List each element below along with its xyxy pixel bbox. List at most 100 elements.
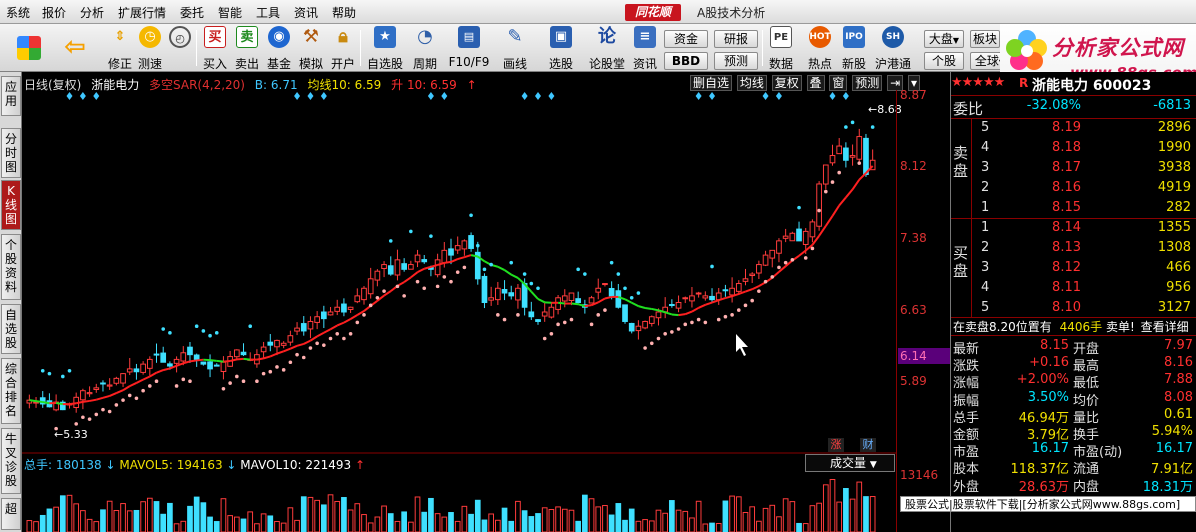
ma10-line-segment	[209, 359, 217, 362]
candle-body	[762, 254, 769, 266]
tab-watchlist[interactable]: 自选股	[1, 304, 21, 354]
toolbar-speed-button[interactable]: ◷ 测速	[136, 26, 164, 71]
candle-body	[515, 287, 521, 301]
menu-system[interactable]: 系统	[6, 4, 30, 21]
menu-tools[interactable]: 工具	[256, 4, 280, 21]
sector-button[interactable]: 板块	[970, 30, 1000, 48]
limit-up-tag[interactable]: 涨	[828, 438, 844, 452]
level-volume: 1990	[1157, 140, 1191, 155]
tab-super[interactable]: 超	[1, 498, 21, 530]
kline-chart[interactable]: ←8.68 ←5.33 日线(复权) 浙能电力 多空SAR(4,2,20) B: …	[22, 72, 950, 532]
sar-dot	[583, 272, 587, 276]
sar-dot	[522, 272, 527, 276]
stat-value: +0.16	[1029, 355, 1069, 371]
volume-bar	[762, 507, 769, 532]
brand-name: 分析家公式网	[1052, 35, 1184, 60]
sar-dot	[275, 365, 279, 369]
sell-level-row[interactable]: 2 8.16 4919	[951, 180, 1196, 200]
forecast-button[interactable]: 预测	[714, 52, 758, 70]
ma10-line-segment	[82, 399, 90, 403]
menu-smart[interactable]: 智能	[218, 4, 242, 21]
level-number: 3	[981, 260, 990, 275]
sar-dot	[569, 317, 574, 322]
candle-body	[86, 392, 93, 395]
hk-connect-button[interactable]: SH 沪港通	[875, 26, 911, 71]
sell-button[interactable]: 卖 卖出	[234, 26, 260, 71]
buy-level-row[interactable]: 3 8.12 466	[951, 260, 1196, 280]
ma10-line-segment	[851, 179, 861, 190]
tab-profile[interactable]: 个股资料	[1, 234, 21, 300]
data-button[interactable]: PE 数据	[766, 26, 796, 71]
simulate-button[interactable]: ⚒ 模拟	[298, 26, 324, 71]
candle-body	[742, 278, 749, 282]
sar-dot	[683, 322, 688, 327]
remove-watchlist-button[interactable]: 删自选	[690, 75, 733, 91]
volume-bar	[856, 481, 863, 532]
open-account-button[interactable]: 🔒︎ 开户	[330, 26, 356, 71]
back-button[interactable]: ⇦	[60, 26, 90, 70]
ma10-line-segment	[96, 396, 104, 401]
ma-button[interactable]: 均线	[736, 75, 767, 91]
candle-body	[367, 278, 374, 295]
hot-button[interactable]: HOT 热点	[806, 26, 834, 71]
bbd-button[interactable]: BBD	[664, 52, 708, 70]
ipo-button[interactable]: IPO 新股	[840, 26, 868, 71]
fund-button[interactable]: ◉ 基金	[266, 26, 292, 71]
candle-body	[468, 235, 474, 249]
total-volume-label: 总手: 180138	[24, 458, 102, 472]
watchlist-button[interactable]: ★ 自选股	[367, 26, 403, 71]
candle-body	[334, 306, 341, 312]
buy-level-row[interactable]: 1 8.14 1355	[951, 220, 1196, 240]
sar-dot	[74, 422, 78, 426]
overlay-button[interactable]: 叠	[806, 75, 825, 91]
finance-tag[interactable]: 财	[860, 438, 876, 452]
buy-level-row[interactable]: 4 8.11 956	[951, 280, 1196, 300]
sell-level-row[interactable]: 5 8.19 2896	[951, 120, 1196, 140]
market-button[interactable]: 大盘▼	[924, 30, 964, 48]
forecast-chart-button[interactable]: 预测	[852, 75, 883, 91]
volume-bar	[501, 507, 508, 532]
adjust-button[interactable]: 复权	[771, 75, 802, 91]
volume-bar	[414, 496, 421, 532]
tab-ranking[interactable]: 综合排名	[1, 358, 21, 424]
single-stock-button[interactable]: 个股	[924, 52, 964, 70]
candle-body	[213, 364, 220, 367]
toolbar-speedtest-button[interactable]: ◴	[166, 26, 194, 70]
draw-line-button[interactable]: ✎ 画线	[500, 26, 530, 71]
volume-bar	[280, 522, 287, 532]
divider	[951, 218, 1196, 219]
level-number: 5	[981, 120, 990, 135]
ad-banner[interactable]: 股票公式|股票软件下载|[分析家公式网www.88gs.com]	[900, 496, 1196, 512]
buy-level-row[interactable]: 2 8.13 1308	[951, 240, 1196, 260]
ma10-line-segment	[243, 357, 251, 361]
order-alert[interactable]: 在卖盘8.20位置有 4406手 卖单! 查看详细	[953, 318, 1189, 335]
f10-button[interactable]: ▤ F10/F9	[449, 26, 489, 70]
tab-intraday[interactable]: 分时图	[1, 128, 21, 178]
windows-icon-button[interactable]	[14, 26, 44, 70]
sell-level-row[interactable]: 3 8.17 3938	[951, 160, 1196, 180]
ma10-line-segment	[838, 196, 847, 207]
period-button[interactable]: ◔ 周期	[410, 26, 440, 71]
menu-quote[interactable]: 报价	[42, 4, 66, 21]
fund-flow-button[interactable]: 资金	[664, 30, 708, 48]
indicator-label[interactable]: 多空SAR(4,2,20)	[149, 78, 245, 92]
menu-extended[interactable]: 扩展行情	[118, 4, 166, 21]
menu-analysis[interactable]: 分析	[80, 4, 104, 21]
window-button[interactable]: 窗	[829, 75, 848, 91]
research-button[interactable]: 研报	[714, 30, 758, 48]
menu-news[interactable]: 资讯	[294, 4, 318, 21]
price-axis-border	[896, 90, 897, 532]
news-button[interactable]: ≡ 资讯	[632, 26, 658, 71]
candle-body	[863, 137, 869, 175]
volume-indicator-select[interactable]: 成交量 ▼	[805, 454, 895, 472]
menu-help[interactable]: 帮助	[332, 4, 356, 21]
buy-button[interactable]: 买 买入	[202, 26, 228, 71]
sell-level-row[interactable]: 4 8.18 1990	[951, 140, 1196, 160]
menu-order[interactable]: 委托	[180, 4, 204, 21]
tab-diagnosis[interactable]: 牛叉诊股	[1, 428, 21, 494]
forum-button[interactable]: 论 论股堂	[589, 26, 625, 71]
tab-kline[interactable]: K线图	[1, 180, 21, 230]
stock-select-button[interactable]: ▣ 选股	[546, 26, 576, 71]
tab-apps[interactable]: 应用	[1, 76, 21, 116]
sell-level-row[interactable]: 1 8.15 282	[951, 200, 1196, 220]
